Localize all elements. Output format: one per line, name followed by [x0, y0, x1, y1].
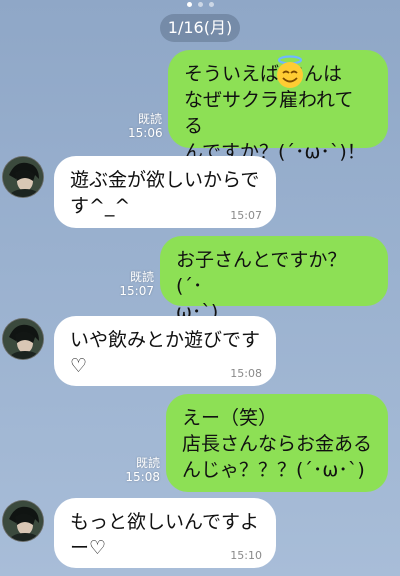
message-time: 15:10: [230, 549, 262, 562]
message-meta: 既読 15:08: [118, 456, 160, 484]
page-dot: [208, 2, 214, 7]
page-dot: [197, 2, 203, 7]
avatar-portrait-icon: [3, 157, 43, 197]
contact-avatar[interactable]: [2, 156, 44, 198]
sent-message-bubble[interactable]: えー（笑） 店長さんならお金ある んじゃ？？？(´･ω･`): [166, 394, 388, 492]
date-divider: 1/16(月): [160, 14, 240, 42]
message-meta: 既読 15:07: [118, 270, 154, 298]
sent-message-bubble[interactable]: お子さんとですか？(´･ ω･`): [160, 236, 388, 323]
message-time: 15:07: [119, 284, 154, 298]
message-time: 15:07: [230, 209, 262, 222]
halo-smile-emoji-icon: [277, 55, 303, 88]
received-message-bubble[interactable]: 遊ぶ金が欲しいからで す^_^ 15:07: [54, 156, 276, 228]
message-text: えー（笑） 店長さんならお金ある んじゃ？？？(´･ω･`): [182, 407, 373, 481]
message-meta: 既読 15:06: [128, 112, 163, 140]
read-receipt: 既読: [135, 456, 160, 470]
page-indicator: [0, 2, 400, 8]
contact-avatar[interactable]: [2, 500, 44, 542]
avatar-portrait-icon: [3, 319, 43, 359]
avatar-portrait-icon: [3, 501, 43, 541]
read-receipt: 既読: [137, 112, 162, 126]
page-dot: [186, 2, 192, 7]
message-time: 15:06: [128, 126, 163, 140]
message-time: 15:08: [125, 470, 160, 484]
received-message-bubble[interactable]: いや飲みとか遊びです ♡ 15:08: [54, 316, 276, 386]
message-time: 15:08: [230, 367, 262, 380]
message-text: お子さんとですか？(´･ ω･`): [176, 249, 347, 323]
received-message-bubble[interactable]: もっと欲しいんですよ ー♡ 15:10: [54, 498, 276, 568]
contact-avatar[interactable]: [2, 318, 44, 360]
read-receipt: 既読: [129, 270, 154, 284]
